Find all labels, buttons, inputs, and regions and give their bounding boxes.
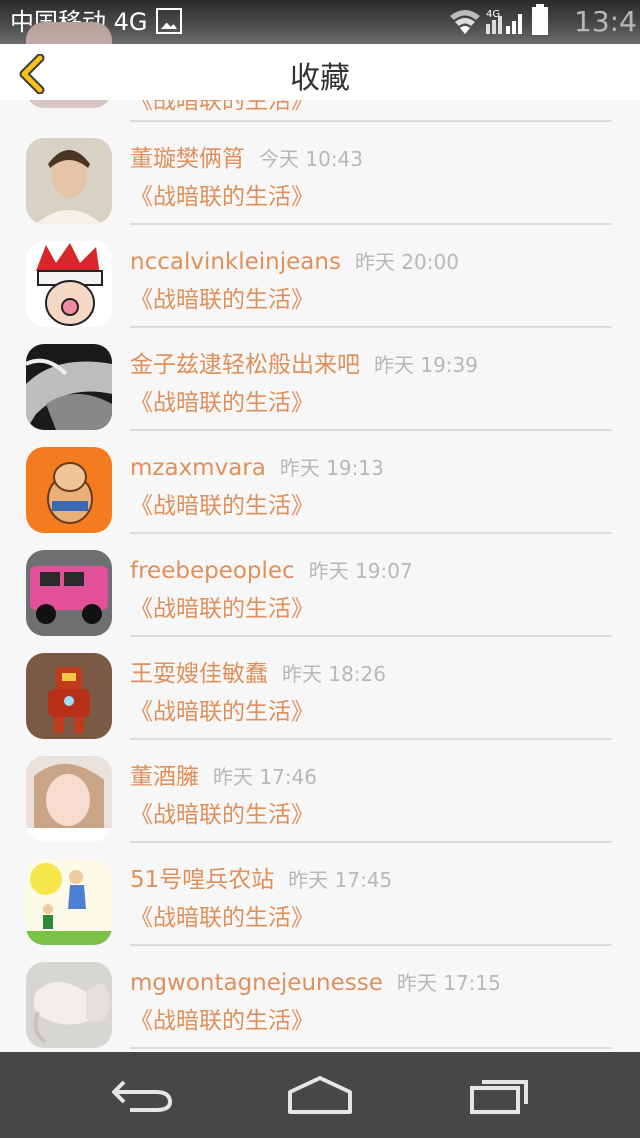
header-bar: 收藏 — [0, 44, 640, 100]
list-item[interactable]: 金子兹逮轻松般出来吧 昨天 19:39 《战暗联的生活》 — [0, 328, 640, 431]
collection-title: 《战暗联的生活》 — [130, 493, 314, 519]
timestamp: 昨天 18:26 — [282, 662, 386, 686]
back-arrow-icon[interactable] — [110, 1074, 174, 1114]
user-name: mzaxmvara — [130, 455, 266, 481]
timestamp: 昨天 17:15 — [396, 971, 501, 995]
list-item[interactable]: freebepeoplec 昨天 19:07 《战暗联的生活》 — [0, 534, 640, 637]
system-nav-bar — [0, 1052, 640, 1138]
list-item[interactable]: 董璇樊俩筲 今天 10:43 《战暗联的生活》 — [0, 122, 640, 225]
collection-title: 《战暗联的生活》 — [130, 1008, 314, 1034]
collection-title: 《战暗联的生活》 — [130, 905, 314, 931]
avatar — [26, 962, 112, 1048]
list-item[interactable]: nccalvinkleinjeans 昨天 20:00 《战暗联的生活》 — [0, 225, 640, 328]
avatar — [26, 447, 112, 533]
timestamp: 昨天 17:45 — [288, 868, 393, 892]
home-icon[interactable] — [286, 1074, 354, 1114]
avatar — [26, 138, 112, 224]
timestamp: 昨天 19:39 — [374, 353, 478, 377]
user-name: nccalvinkleinjeans — [130, 249, 341, 275]
timestamp: 昨天 19:07 — [308, 559, 413, 583]
signal-icon: 4G — [486, 9, 522, 34]
collection-title: 《战暗联的生活》 — [130, 184, 314, 210]
collection-title: 《战暗联的生活》 — [130, 699, 314, 725]
user-name: 董酒臃 — [130, 764, 199, 790]
timestamp: 昨天 17:46 — [213, 765, 317, 789]
timestamp: 今天 10:43 — [259, 147, 363, 171]
collection-title: 《战暗联的生活》 — [130, 287, 314, 313]
avatar — [26, 756, 112, 842]
user-name: freebepeoplec — [130, 558, 295, 584]
avatar — [26, 859, 112, 945]
list-item[interactable]: mzaxmvara 昨天 19:13 《战暗联的生活》 — [0, 431, 640, 534]
avatar — [26, 241, 112, 327]
collection-title: 《战暗联的生活》 — [130, 596, 314, 622]
user-name: 51号喤兵农站 — [130, 867, 275, 893]
avatar — [26, 344, 112, 430]
list-item[interactable]: mgwontagnejeunesse 昨天 17:15 《战暗联的生活》 — [0, 946, 640, 1049]
list-item[interactable]: 王耍嫂佳敏蠢 昨天 18:26 《战暗联的生活》 — [0, 637, 640, 740]
avatar — [26, 653, 112, 739]
wifi-icon — [450, 10, 480, 34]
image-notification-icon — [156, 8, 182, 34]
user-name: 董璇樊俩筲 — [130, 146, 245, 172]
user-name: mgwontagnejeunesse — [130, 970, 383, 996]
divider — [130, 1047, 612, 1049]
favorites-list: 《战暗联的生活》 董璇樊俩筲 今天 10:43 《战暗联的生活》 nccalvin… — [0, 22, 640, 1049]
clock: 13:41 — [574, 5, 640, 38]
timestamp: 昨天 19:13 — [279, 456, 384, 480]
avatar — [26, 550, 112, 636]
collection-title: 《战暗联的生活》 — [130, 390, 314, 416]
list-item[interactable]: 董酒臃 昨天 17:46 《战暗联的生活》 — [0, 740, 640, 843]
user-name: 金子兹逮轻松般出来吧 — [130, 352, 360, 378]
user-name: 王耍嫂佳敏蠢 — [130, 661, 268, 687]
timestamp: 昨天 20:00 — [354, 250, 459, 274]
collection-title: 《战暗联的生活》 — [130, 802, 314, 828]
list-item[interactable]: 51号喤兵农站 昨天 17:45 《战暗联的生活》 — [0, 843, 640, 946]
recent-apps-icon[interactable] — [468, 1074, 532, 1114]
page-title: 收藏 — [290, 61, 350, 96]
battery-icon — [532, 4, 548, 35]
